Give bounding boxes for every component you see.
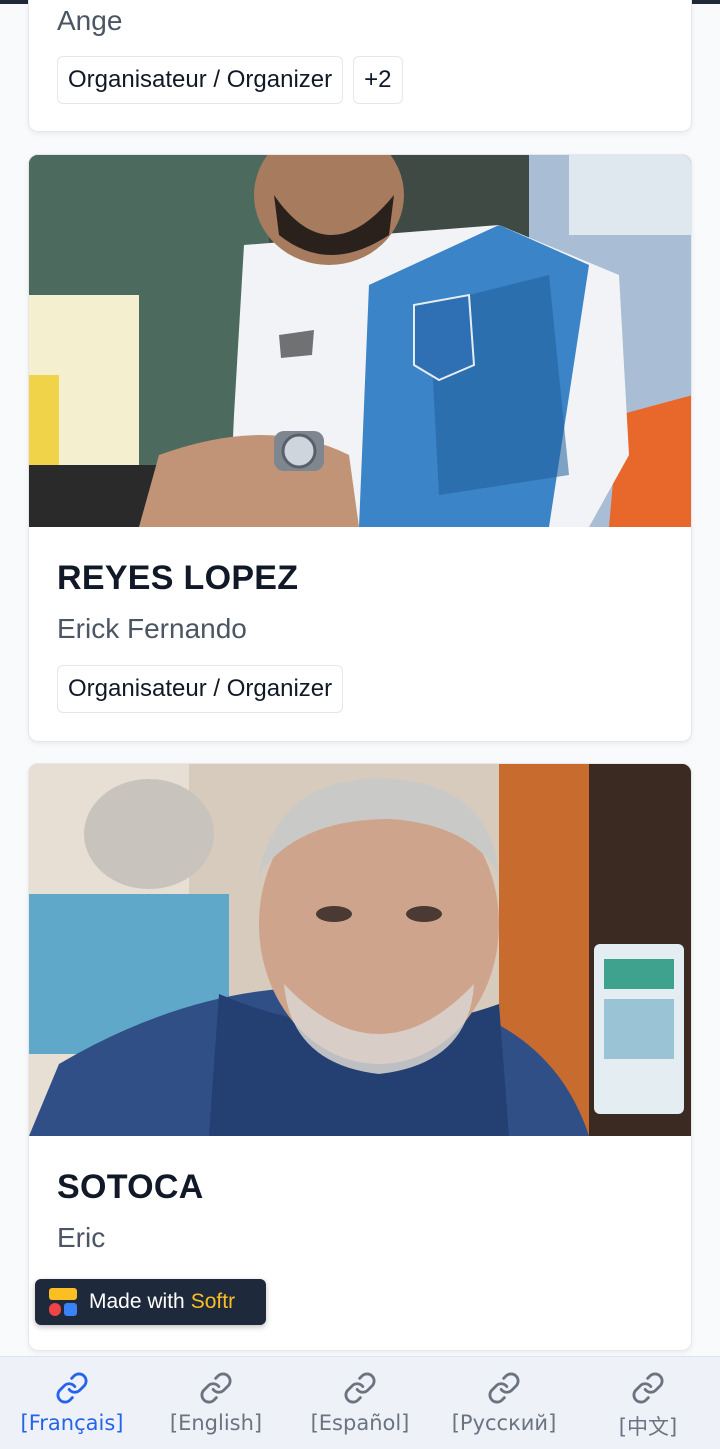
nav-label: [Español]	[310, 1411, 410, 1435]
person-photo	[29, 764, 691, 1136]
nav-item-francais[interactable]: [Français]	[0, 1357, 144, 1449]
nav-label: [中文]	[618, 1415, 678, 1439]
made-with-softr-badge[interactable]: Made with Softr	[35, 1279, 266, 1325]
person-card[interactable]: REYES LOPEZ Erick Fernando Organisateur …	[28, 154, 692, 742]
nav-label: [Français]	[20, 1411, 124, 1435]
link-icon	[344, 1372, 376, 1404]
more-tags-badge[interactable]: +2	[353, 56, 403, 104]
language-nav-bar: [Français] [English] [Español] [Русский]…	[0, 1356, 720, 1449]
nav-item-russian[interactable]: [Русский]	[432, 1357, 576, 1449]
link-icon	[200, 1372, 232, 1404]
person-last-name: REYES LOPEZ	[57, 559, 299, 597]
role-tag: Organisateur / Organizer	[57, 665, 344, 713]
person-first-name: Erick Fernando	[57, 613, 247, 644]
link-icon	[56, 1372, 88, 1404]
person-card[interactable]: Ange Organisateur / Organizer +2	[28, 0, 692, 132]
person-first-name: Ange	[57, 5, 123, 36]
role-tags: Organisateur / Organizer +2	[57, 56, 403, 104]
person-last-name: SOTOCA	[57, 1168, 204, 1206]
link-icon	[488, 1372, 520, 1404]
nav-label: [English]	[169, 1411, 263, 1435]
person-card[interactable]: SOTOCA Eric	[28, 763, 692, 1351]
person-photo	[29, 155, 691, 527]
nav-item-english[interactable]: [English]	[144, 1357, 288, 1449]
softr-logo-icon	[49, 1288, 77, 1316]
softr-brand-text: Softr	[190, 1290, 236, 1313]
link-icon	[632, 1372, 664, 1404]
person-first-name: Eric	[57, 1222, 106, 1253]
nav-item-chinese[interactable]: [中文]	[576, 1357, 720, 1449]
role-tags: Organisateur / Organizer	[57, 665, 344, 713]
nav-label: [Русский]	[451, 1411, 557, 1435]
role-tag: Organisateur / Organizer	[57, 56, 344, 104]
softr-badge-text: Made with	[89, 1290, 185, 1313]
nav-item-espanol[interactable]: [Español]	[288, 1357, 432, 1449]
